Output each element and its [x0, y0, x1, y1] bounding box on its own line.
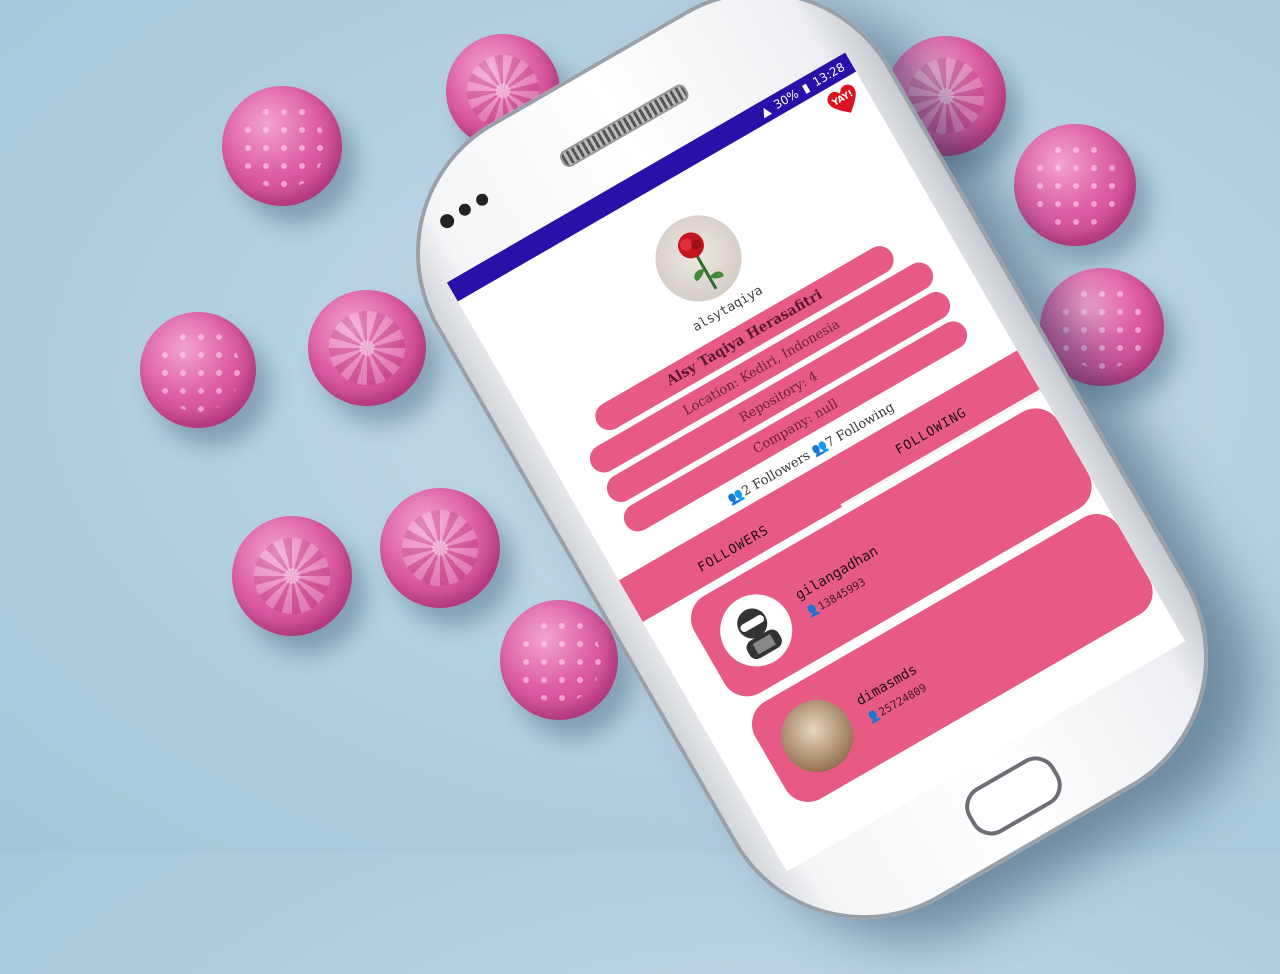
candy-decoration: [500, 600, 618, 720]
battery-icon: ▮: [799, 80, 813, 96]
signal-icon: ▲: [757, 102, 773, 120]
candy-decoration: [308, 290, 426, 406]
candy-decoration: [140, 312, 256, 428]
candy-decoration: [222, 86, 342, 206]
user-avatar: [707, 581, 806, 680]
user-avatar-photo: [768, 686, 867, 786]
user-info: gilangadhan 👤13845993: [793, 543, 891, 620]
user-info: dimasmds 👤25724809: [854, 661, 930, 725]
candy-decoration: [1014, 124, 1136, 246]
candy-decoration: [232, 516, 352, 636]
favorite-button[interactable]: YAY!: [825, 82, 865, 121]
ninja-avatar-icon: [737, 608, 782, 659]
candy-decoration: [380, 488, 500, 608]
rose-icon: [678, 232, 724, 290]
